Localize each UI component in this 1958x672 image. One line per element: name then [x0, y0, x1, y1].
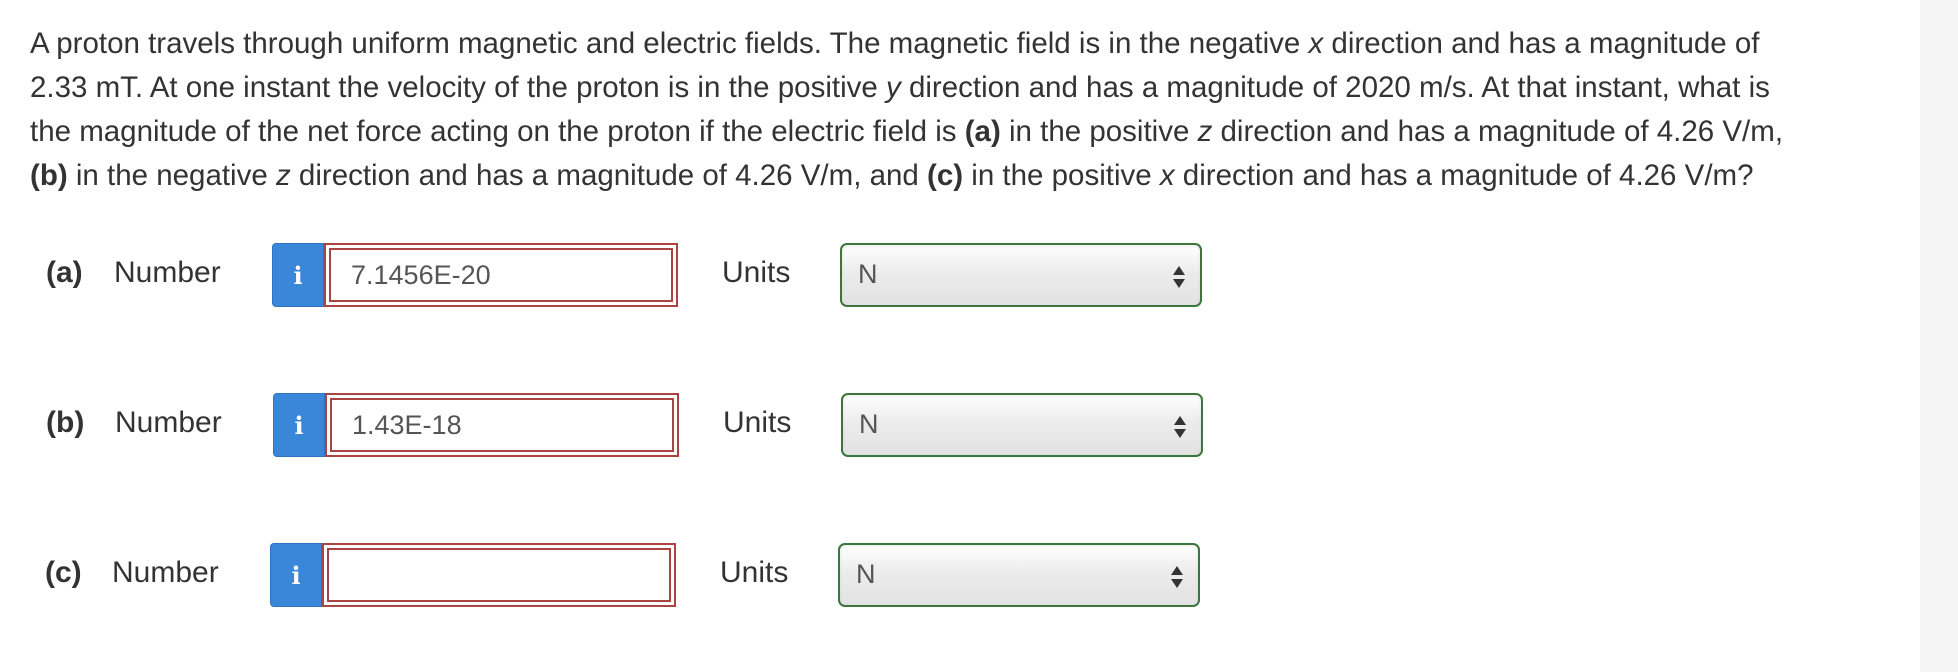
answer-input-c[interactable] — [322, 543, 676, 607]
info-button[interactable]: i — [270, 543, 322, 607]
number-label: Number — [112, 556, 219, 589]
info-icon: i — [293, 260, 303, 290]
info-button[interactable]: i — [272, 243, 324, 307]
scroll-gutter — [1920, 0, 1958, 672]
answer-row-c: (c) Number i Units N — [0, 543, 1300, 609]
question-line-1: A proton travels through uniform magneti… — [30, 22, 1910, 66]
info-button[interactable]: i — [273, 393, 325, 457]
units-select-c[interactable]: N — [838, 543, 1200, 607]
variable-x: x — [1159, 159, 1175, 192]
answer-value[interactable] — [327, 548, 671, 602]
part-label: (c) — [45, 556, 82, 589]
part-label: (b) — [46, 406, 85, 439]
units-selected-value: N — [858, 259, 878, 289]
question-page: A proton travels through uniform magneti… — [0, 0, 1958, 672]
question-text-segment: direction and has a magnitude of 2020 m/… — [900, 71, 1770, 104]
question-text-segment: 2.33 mT. At one instant the velocity of … — [30, 71, 886, 104]
question-text: A proton travels through uniform magneti… — [30, 22, 1910, 198]
units-label: Units — [722, 256, 791, 289]
number-label: Number — [115, 406, 222, 439]
question-line-3: the magnitude of the net force acting on… — [30, 110, 1910, 154]
units-select-a[interactable]: N — [840, 243, 1202, 307]
question-text-segment: in the positive — [963, 159, 1160, 192]
question-text-segment: in the negative — [67, 159, 276, 192]
answer-input-b[interactable]: 1.43E-18 — [325, 393, 679, 457]
units-selected-value: N — [859, 409, 879, 439]
info-icon: i — [291, 560, 301, 590]
part-a-marker: (a) — [964, 115, 1001, 148]
up-down-arrows-icon — [1170, 565, 1184, 589]
number-label: Number — [114, 256, 221, 289]
question-line-4: (b) in the negative z direction and has … — [30, 154, 1910, 198]
answer-value[interactable]: 7.1456E-20 — [329, 248, 673, 302]
variable-x: x — [1308, 27, 1324, 60]
units-label: Units — [720, 556, 789, 589]
question-text-segment: in the positive — [1000, 115, 1198, 148]
variable-y: y — [886, 71, 901, 104]
units-select-b[interactable]: N — [841, 393, 1203, 457]
answer-input-a[interactable]: 7.1456E-20 — [324, 243, 678, 307]
answer-row-a: (a) Number i 7.1456E-20 Units N — [0, 243, 1300, 309]
answer-row-b: (b) Number i 1.43E-18 Units N — [0, 393, 1300, 459]
variable-z: z — [275, 159, 291, 192]
up-down-arrows-icon — [1172, 265, 1186, 289]
variable-z: z — [1197, 115, 1213, 148]
question-text-segment: direction and has a magnitude of 4.26 V/… — [290, 159, 928, 192]
part-b-marker: (b) — [30, 159, 68, 192]
question-text-segment: A proton travels through uniform magneti… — [30, 27, 1309, 60]
question-text-segment: direction and has a magnitude of 4.26 V/… — [1174, 159, 1754, 192]
part-c-marker: (c) — [927, 159, 964, 192]
question-text-segment: direction and has a magnitude of — [1323, 27, 1760, 60]
question-text-segment: the magnitude of the net force acting on… — [30, 115, 965, 148]
answer-value[interactable]: 1.43E-18 — [330, 398, 674, 452]
up-down-arrows-icon — [1173, 415, 1187, 439]
part-label: (a) — [46, 256, 83, 289]
question-text-segment: direction and has a magnitude of 4.26 V/… — [1212, 115, 1784, 148]
question-line-2: 2.33 mT. At one instant the velocity of … — [30, 66, 1910, 110]
units-label: Units — [723, 406, 792, 439]
units-selected-value: N — [856, 559, 876, 589]
info-icon: i — [294, 410, 304, 440]
